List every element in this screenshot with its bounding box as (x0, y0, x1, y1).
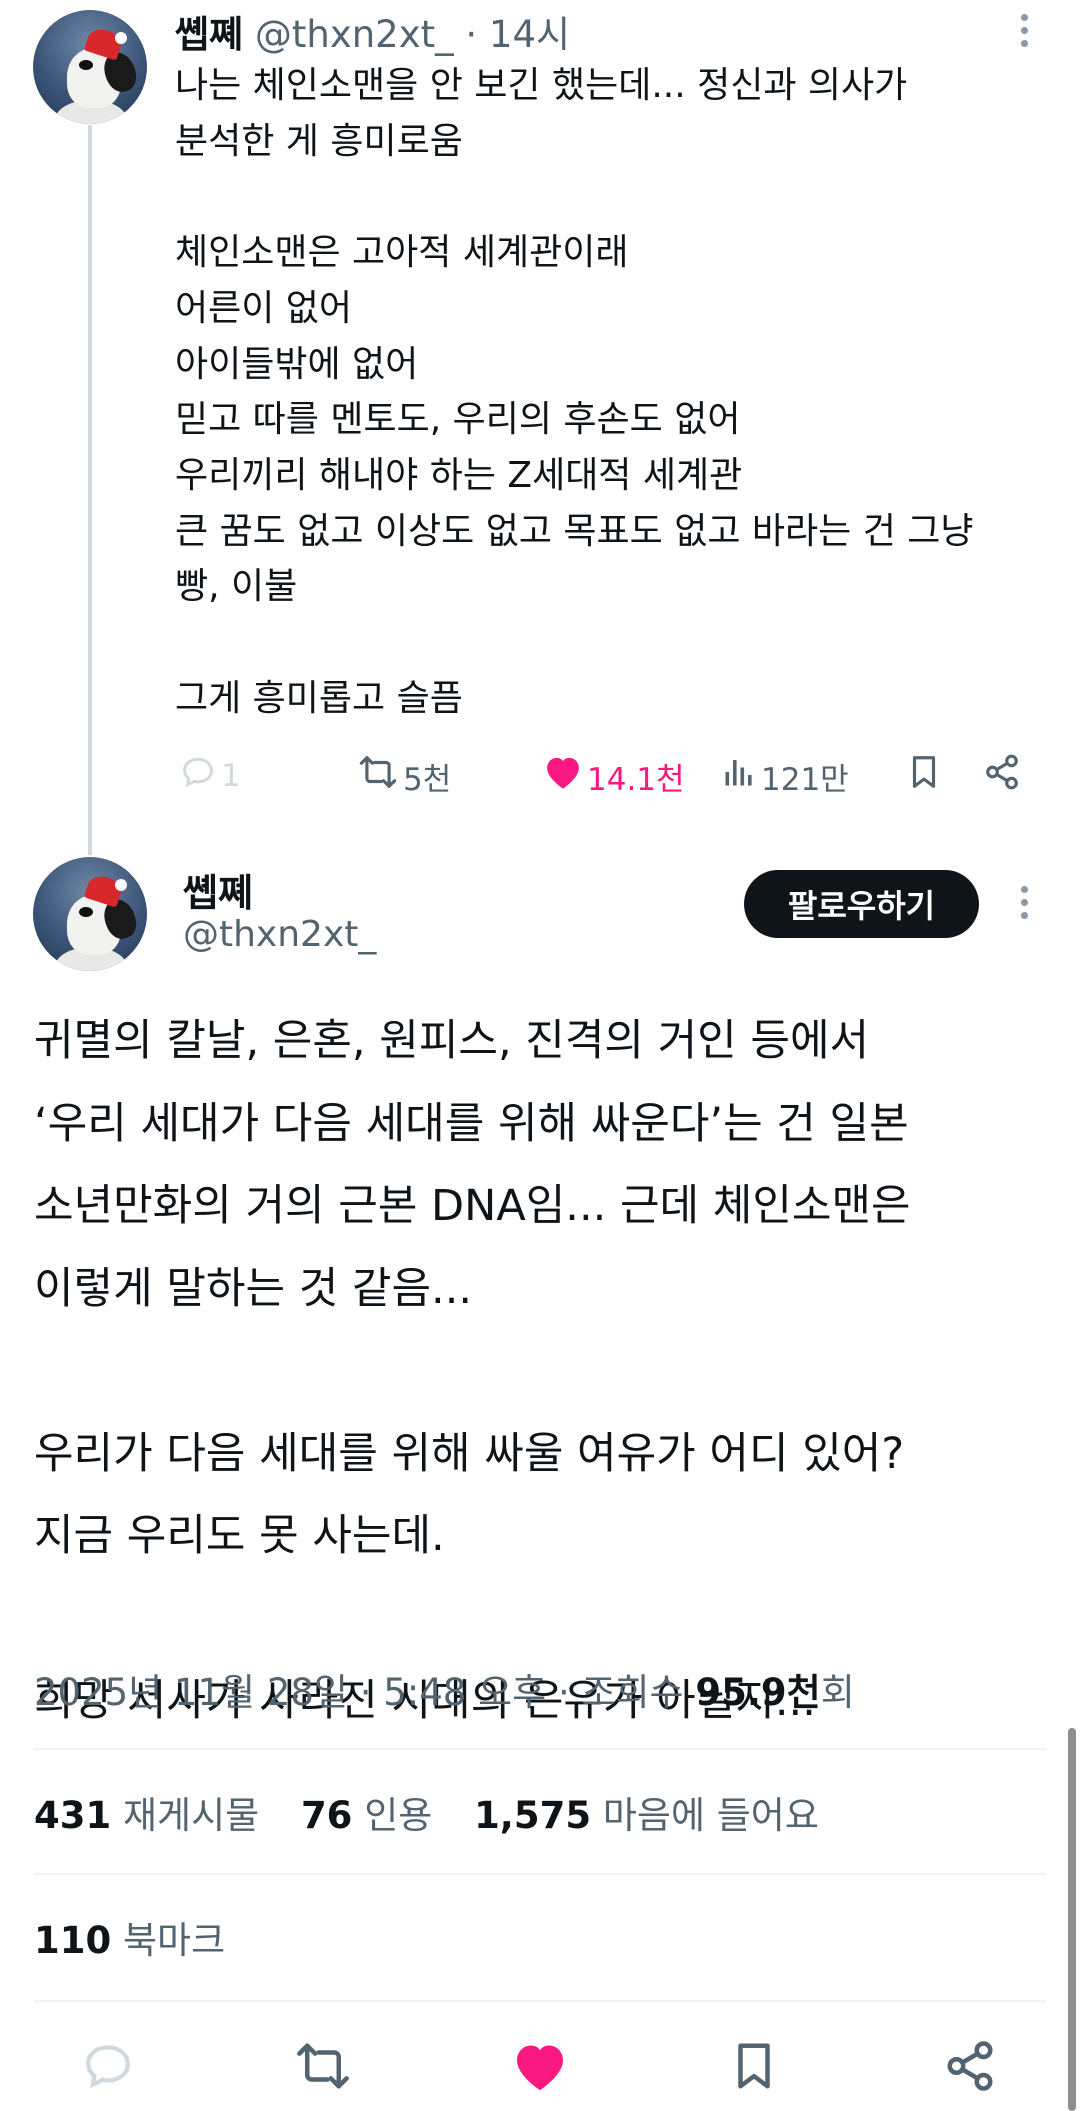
bookmarks-stat[interactable]: 110 북마크 (34, 1910, 225, 1964)
quotes-stat[interactable]: 76 인용 (301, 1794, 462, 1837)
divider (34, 1748, 1046, 1750)
scrollbar[interactable] (1068, 1728, 1076, 2111)
reply-more-icon[interactable] (1021, 14, 1028, 47)
likes-stat-label: 마음에 들어요 (602, 1794, 819, 1837)
tweet-meta: 2025년 11월 28일 · 5:48 오후 · 조회수 95.9천회 (34, 1662, 855, 1716)
reply-author-handle[interactable]: @thxn2xt_ (255, 13, 454, 56)
reply-timestamp[interactable]: 14시 (489, 13, 570, 56)
tweet-views-count: 95.9천 (695, 1671, 821, 1714)
reply-like-button[interactable]: 14.1천 (543, 750, 685, 802)
main-tweet-text: 귀멸의 칼날, 은혼, 원피스, 진격의 거인 등에서 ‘우리 세대가 다음 세… (34, 1016, 911, 1726)
follow-button[interactable]: 팔로우하기 (744, 870, 979, 938)
reply-separator: · (465, 13, 478, 56)
quotes-stat-label: 인용 (364, 1794, 433, 1837)
tweet-date: 2025년 11월 28일 · 5:48 오후 · 조회수 (34, 1671, 696, 1714)
reply-icon (80, 2038, 136, 2098)
bookmarks-stat-count: 110 (34, 1919, 112, 1962)
reposts-stat-count: 431 (34, 1794, 112, 1837)
share-icon (983, 753, 1021, 799)
repost-icon (357, 753, 399, 799)
reply-repost-button[interactable]: 5천 (357, 750, 451, 802)
main-action-bar (0, 2030, 1080, 2106)
reply-views-button[interactable]: 121만 (721, 750, 849, 802)
thread-connector (88, 125, 92, 855)
reply-author-name[interactable]: 쏍쪠 (175, 13, 243, 56)
reply-share-button[interactable] (983, 750, 1021, 802)
reply-icon (179, 753, 217, 799)
reply-header: 쏍쪠 @thxn2xt_ · 14시 (175, 4, 570, 58)
main-more-icon[interactable] (1021, 886, 1028, 919)
main-author-handle[interactable]: @thxn2xt_ (183, 914, 376, 955)
views-icon (721, 754, 757, 798)
main-share-button[interactable] (932, 2030, 1008, 2106)
main-bookmark-button[interactable] (716, 2030, 792, 2106)
reply-bookmark-button[interactable] (905, 750, 943, 802)
views-count: 121만 (761, 761, 849, 798)
heart-icon (511, 2039, 569, 2097)
main-avatar[interactable] (33, 857, 147, 971)
quotes-stat-count: 76 (300, 1794, 353, 1837)
heart-icon (543, 753, 583, 799)
tweet-views-suffix: 회 (820, 1671, 855, 1714)
main-like-button[interactable] (502, 2030, 578, 2106)
reply-text: 나는 체인소맨을 안 보긴 했는데... 정신과 의사가 분석한 게 흥미로움 … (175, 65, 974, 719)
bookmarks-stat-label: 북마크 (123, 1919, 226, 1962)
likes-stat[interactable]: 1,575 마음에 들어요 (474, 1794, 849, 1837)
likes-stat-count: 1,575 (474, 1794, 592, 1837)
main-repost-button[interactable] (285, 2030, 361, 2106)
reply-reply-button[interactable]: 1 (179, 750, 241, 802)
engagement-stats: 431 재게시물 76 인용 1,575 마음에 들어요 (34, 1785, 849, 1839)
reply-count: 1 (221, 758, 241, 794)
divider (34, 2000, 1046, 2002)
reply-avatar[interactable] (33, 10, 147, 124)
bookmark-icon (727, 2037, 781, 2099)
repost-count: 5천 (403, 761, 452, 798)
repost-icon (293, 2039, 353, 2097)
like-count: 14.1천 (587, 761, 685, 798)
reposts-stat-label: 재게시물 (123, 1794, 260, 1837)
main-reply-button[interactable] (70, 2030, 146, 2106)
reply-action-bar: 1 5천 14.1천 121만 (175, 750, 1030, 802)
divider (34, 1873, 1046, 1875)
share-icon (943, 2039, 997, 2097)
bookmark-icon (905, 752, 943, 800)
main-author-name[interactable]: 쏍쪠 (183, 862, 253, 917)
reposts-stat[interactable]: 431 재게시물 (34, 1794, 289, 1837)
